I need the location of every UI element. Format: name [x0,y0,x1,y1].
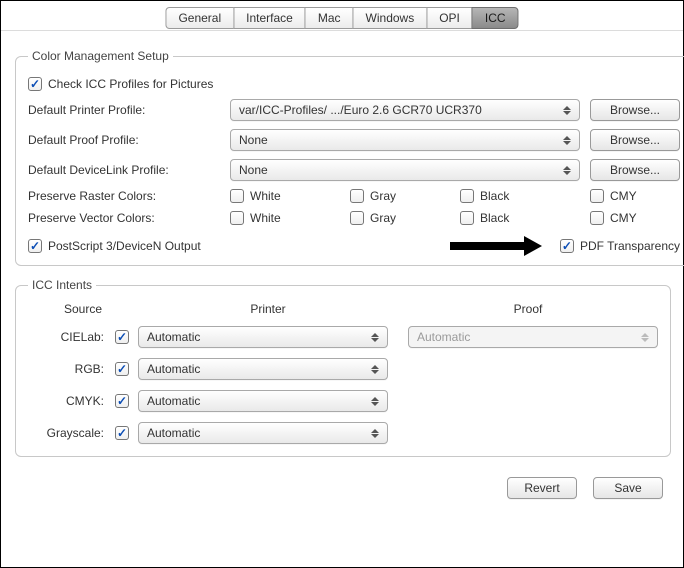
label-default-printer: Default Printer Profile: [28,103,220,117]
dropdown-cielab-proof: Automatic [408,326,658,348]
checkbox-rgb[interactable] [115,362,129,376]
caret-icon [369,327,381,347]
tab-windows[interactable]: Windows [353,7,427,29]
caret-icon [561,130,573,150]
dropdown-cielab-printer[interactable]: Automatic [138,326,388,348]
row-preserve-vector: Preserve Vector Colors: White Gray Black… [28,211,680,225]
group-color-management-legend: Color Management Setup [28,49,173,63]
checkbox-ps3[interactable] [28,239,42,253]
label-check-icc: Check ICC Profiles for Pictures [48,77,213,91]
group-icc-intents: ICC Intents Source Printer Proof CIELab:… [15,278,671,457]
checkbox-vector-cmy[interactable] [590,211,604,225]
dropdown-cmyk-printer[interactable]: Automatic [138,390,388,412]
label-vector-cmy: CMY [610,211,637,225]
header-source: Source [28,302,138,316]
dropdown-cielab-printer-value: Automatic [147,330,200,344]
tab-icc[interactable]: ICC [472,7,519,29]
label-vector-black: Black [480,211,509,225]
intent-row-cielab: CIELab: Automatic Automatic [28,326,658,348]
dropdown-grayscale-printer[interactable]: Automatic [138,422,388,444]
browse-proof-button[interactable]: Browse... [590,129,680,151]
label-raster-cmy: CMY [610,189,637,203]
arrow-icon [450,240,542,252]
row-bottom-checks: PostScript 3/DeviceN Output PDF Transpar… [28,239,680,253]
tabs: General Interface Mac Windows OPI ICC [165,7,518,29]
preserve-vector-options: White Gray Black CMY [230,211,680,225]
label-raster-gray: Gray [370,189,396,203]
caret-icon [369,391,381,411]
label-default-proof: Default Proof Profile: [28,133,220,147]
label-vector-gray: Gray [370,211,396,225]
checkbox-pdf-transparency[interactable] [560,239,574,253]
row-check-icc: Check ICC Profiles for Pictures [28,77,680,91]
label-preserve-vector: Preserve Vector Colors: [28,211,220,225]
label-ps3: PostScript 3/DeviceN Output [48,239,201,253]
tab-interface[interactable]: Interface [233,7,305,29]
intents-header: Source Printer Proof [28,302,658,316]
dropdown-default-printer-value: var/ICC-Profiles/ .../Euro 2.6 GCR70 UCR… [239,103,482,117]
label-cielab: CIELab: [28,330,106,344]
checkbox-raster-gray[interactable] [350,189,364,203]
row-preserve-raster: Preserve Raster Colors: White Gray Black… [28,189,680,203]
dropdown-default-proof-value: None [239,133,268,147]
label-grayscale: Grayscale: [28,426,106,440]
preserve-raster-options: White Gray Black CMY [230,189,680,203]
header-printer: Printer [138,302,398,316]
label-raster-white: White [250,189,281,203]
checkbox-cmyk[interactable] [115,394,129,408]
checkbox-raster-white[interactable] [230,189,244,203]
group-color-management: Color Management Setup Check ICC Profile… [15,49,684,266]
preferences-window: General Interface Mac Windows OPI ICC Co… [0,0,684,568]
checkbox-check-icc[interactable] [28,77,42,91]
intent-row-grayscale: Grayscale: Automatic [28,422,658,444]
revert-button[interactable]: Revert [507,477,577,499]
intent-row-cmyk: CMYK: Automatic [28,390,658,412]
caret-icon [369,423,381,443]
dropdown-default-printer[interactable]: var/ICC-Profiles/ .../Euro 2.6 GCR70 UCR… [230,99,580,121]
label-vector-white: White [250,211,281,225]
checkbox-raster-black[interactable] [460,189,474,203]
dropdown-rgb-printer[interactable]: Automatic [138,358,388,380]
header-proof: Proof [398,302,658,316]
tab-opi[interactable]: OPI [426,7,472,29]
label-rgb: RGB: [28,362,106,376]
checkbox-vector-black[interactable] [460,211,474,225]
dropdown-cielab-proof-value: Automatic [417,330,470,344]
tabs-row: General Interface Mac Windows OPI ICC [1,1,683,31]
label-raster-black: Black [480,189,509,203]
dropdown-default-proof[interactable]: None [230,129,580,151]
label-preserve-raster: Preserve Raster Colors: [28,189,220,203]
caret-icon [561,100,573,120]
label-pdf-transparency: PDF Transparency [580,239,680,253]
group-icc-intents-legend: ICC Intents [28,278,96,292]
checkbox-grayscale[interactable] [115,426,129,440]
row-default-printer: Default Printer Profile: var/ICC-Profile… [28,99,680,121]
dropdown-rgb-printer-value: Automatic [147,362,200,376]
intent-row-rgb: RGB: Automatic [28,358,658,380]
save-button[interactable]: Save [593,477,663,499]
browse-devicelink-button[interactable]: Browse... [590,159,680,181]
footer-buttons: Revert Save [13,477,663,499]
dropdown-cmyk-printer-value: Automatic [147,394,200,408]
checkbox-raster-cmy[interactable] [590,189,604,203]
caret-icon [639,327,651,347]
caret-icon [561,160,573,180]
browse-printer-button[interactable]: Browse... [590,99,680,121]
tab-mac[interactable]: Mac [305,7,353,29]
label-cmyk: CMYK: [28,394,106,408]
dropdown-devicelink-value: None [239,163,268,177]
caret-icon [369,359,381,379]
row-devicelink: Default DeviceLink Profile: None Browse.… [28,159,680,181]
tab-general[interactable]: General [165,7,233,29]
checkbox-vector-gray[interactable] [350,211,364,225]
dropdown-grayscale-printer-value: Automatic [147,426,200,440]
checkbox-cielab[interactable] [115,330,129,344]
dropdown-devicelink[interactable]: None [230,159,580,181]
checkbox-vector-white[interactable] [230,211,244,225]
row-default-proof: Default Proof Profile: None Browse... [28,129,680,151]
label-devicelink: Default DeviceLink Profile: [28,163,220,177]
